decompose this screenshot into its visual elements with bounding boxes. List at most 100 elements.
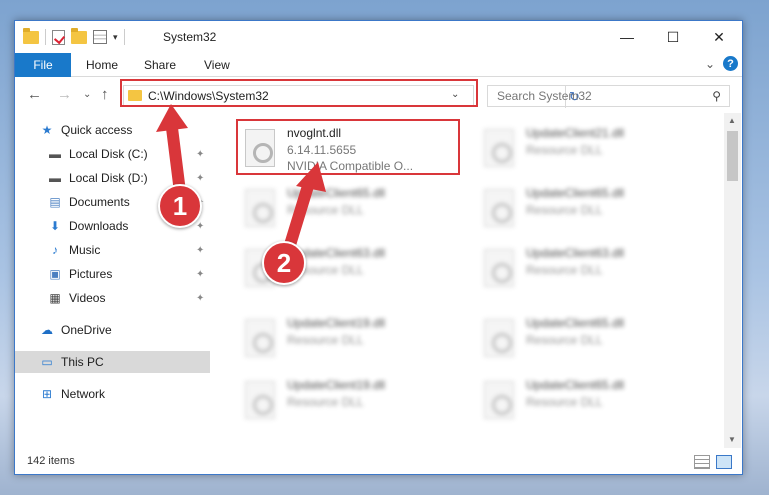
scroll-down-icon[interactable]: ▼ (728, 435, 736, 444)
up-button[interactable]: ↑ (101, 86, 109, 103)
forward-button[interactable]: → (57, 86, 72, 103)
chevron-down-icon[interactable]: ▾ (113, 32, 118, 43)
vertical-scrollbar[interactable]: ▲ ▼ (724, 113, 741, 448)
file-item[interactable]: UpdateClient65.dll Resource DLL (239, 183, 464, 239)
sidebar-item-label: OneDrive (61, 323, 112, 337)
file-type: Resource DLL (526, 203, 603, 217)
sidebar-item-label: Music (69, 243, 101, 257)
ribbon-tabs: File Home Share View ⌄ ? (15, 53, 742, 77)
folder-icon (23, 27, 39, 44)
file-item[interactable]: UpdateClient65.dll Resource DLL (478, 313, 703, 369)
search-input[interactable]: Search System32 ⚲ (487, 85, 730, 107)
music-icon: ♪ (52, 243, 58, 257)
file-name: UpdateClient65.dll (526, 378, 625, 392)
pin-icon: ✦ (196, 172, 205, 184)
documents-icon: ▤ (49, 195, 61, 209)
scrollbar-thumb[interactable] (727, 131, 738, 181)
drive-icon: ▬ (49, 147, 61, 161)
pin-icon: ✦ (196, 244, 205, 256)
dll-file-icon (484, 189, 514, 227)
navigation-pane: ★ Quick access ▬ Local Disk (C:) ✦ ▬ Loc… (15, 113, 210, 448)
sidebar-item-network[interactable]: ⊞ Network (15, 383, 210, 405)
back-button[interactable]: ← (27, 86, 42, 103)
file-item[interactable]: UpdateClient65.dll Resource DLL (478, 375, 703, 431)
explorer-window: ▾ System32 — ☐ ✕ File Home Share View ⌄ … (14, 20, 743, 475)
sidebar-item-videos[interactable]: ▦ Videos ✦ (15, 287, 210, 309)
dll-file-icon (484, 381, 514, 419)
downloads-icon: ⬇ (49, 219, 61, 233)
sidebar-item-label: Network (61, 387, 106, 401)
tab-home[interactable]: Home (86, 53, 118, 77)
file-item[interactable]: UpdateClient21.dll Resource DLL (478, 123, 703, 179)
file-name: UpdateClient63.dll (526, 246, 625, 260)
minimize-button[interactable]: — (604, 21, 650, 53)
status-bar: 142 items (15, 448, 742, 474)
file-name: UpdateClient19.dll (287, 316, 386, 330)
maximize-button[interactable]: ☐ (650, 21, 696, 53)
sidebar-item-label: Local Disk (D:) (69, 171, 148, 185)
item-count: 142 items (27, 455, 75, 467)
customize-icon[interactable] (93, 30, 107, 44)
file-type: Resource DLL (526, 333, 603, 347)
dll-file-icon (484, 129, 514, 167)
separator (123, 29, 125, 45)
pin-icon: ✦ (196, 220, 205, 232)
search-placeholder: Search System32 (497, 89, 592, 103)
cloud-icon: ☁ (41, 323, 53, 337)
sidebar-item-label: This PC (61, 355, 104, 369)
dll-file-icon (245, 319, 275, 357)
file-name: UpdateClient21.dll (526, 126, 625, 140)
file-type: Resource DLL (287, 203, 364, 217)
sidebar-item-label: Downloads (69, 219, 129, 233)
window-title: System32 (163, 30, 217, 44)
sidebar-item-label: Videos (69, 291, 106, 305)
scroll-up-icon[interactable]: ▲ (728, 116, 736, 125)
pin-icon: ✦ (196, 148, 205, 160)
pin-icon: ✦ (196, 268, 205, 280)
step-1-badge: 1 (158, 184, 202, 228)
file-type: Resource DLL (526, 263, 603, 277)
address-highlight-box (120, 79, 478, 107)
sidebar-item-onedrive[interactable]: ☁ OneDrive (15, 319, 210, 341)
sidebar-item-label: Quick access (61, 123, 133, 137)
expand-ribbon-icon[interactable]: ⌄ (705, 57, 715, 71)
close-button[interactable]: ✕ (696, 21, 742, 53)
search-icon[interactable]: ⚲ (712, 89, 721, 103)
sidebar-item-label: Pictures (69, 267, 113, 281)
computer-icon: ▭ (41, 355, 53, 369)
sidebar-item-label: Documents (69, 195, 130, 209)
sidebar-item-pictures[interactable]: ▣ Pictures ✦ (15, 263, 210, 285)
dll-file-icon (484, 319, 514, 357)
tab-file[interactable]: File (15, 53, 71, 77)
tab-view[interactable]: View (204, 53, 230, 77)
dll-file-icon (484, 249, 514, 287)
sidebar-item-music[interactable]: ♪ Music ✦ (15, 239, 210, 261)
recent-locations-button[interactable]: ⌄ (83, 89, 91, 100)
file-type: Resource DLL (287, 395, 364, 409)
pictures-icon: ▣ (49, 267, 61, 281)
file-item[interactable]: UpdateClient63.dll Resource DLL (478, 243, 703, 299)
videos-icon: ▦ (49, 291, 61, 305)
step-2-badge: 2 (262, 241, 306, 285)
details-view-icon[interactable] (694, 455, 710, 469)
file-highlight-box (236, 119, 460, 175)
file-type: Resource DLL (526, 395, 603, 409)
file-item[interactable]: UpdateClient19.dll Resource DLL (239, 313, 464, 369)
star-icon: ★ (41, 123, 53, 137)
file-name: UpdateClient65.dll (526, 186, 625, 200)
dll-file-icon (245, 189, 275, 227)
properties-check-icon[interactable] (52, 29, 65, 45)
file-type: Resource DLL (526, 143, 603, 157)
file-item[interactable]: UpdateClient19.dll Resource DLL (239, 375, 464, 431)
new-folder-icon[interactable] (71, 27, 87, 44)
tiles-view-icon[interactable] (716, 455, 732, 469)
file-item[interactable]: UpdateClient65.dll Resource DLL (478, 183, 703, 239)
quick-access-toolbar: ▾ (23, 27, 125, 45)
file-type: Resource DLL (287, 333, 364, 347)
sidebar-item-this-pc[interactable]: ▭ This PC (15, 351, 210, 373)
help-icon[interactable]: ? (723, 56, 738, 71)
sidebar-item-local-disk-c[interactable]: ▬ Local Disk (C:) ✦ (15, 143, 210, 165)
sidebar-item-quick-access[interactable]: ★ Quick access (15, 119, 210, 141)
pin-icon: ✦ (196, 292, 205, 304)
tab-share[interactable]: Share (144, 53, 176, 77)
